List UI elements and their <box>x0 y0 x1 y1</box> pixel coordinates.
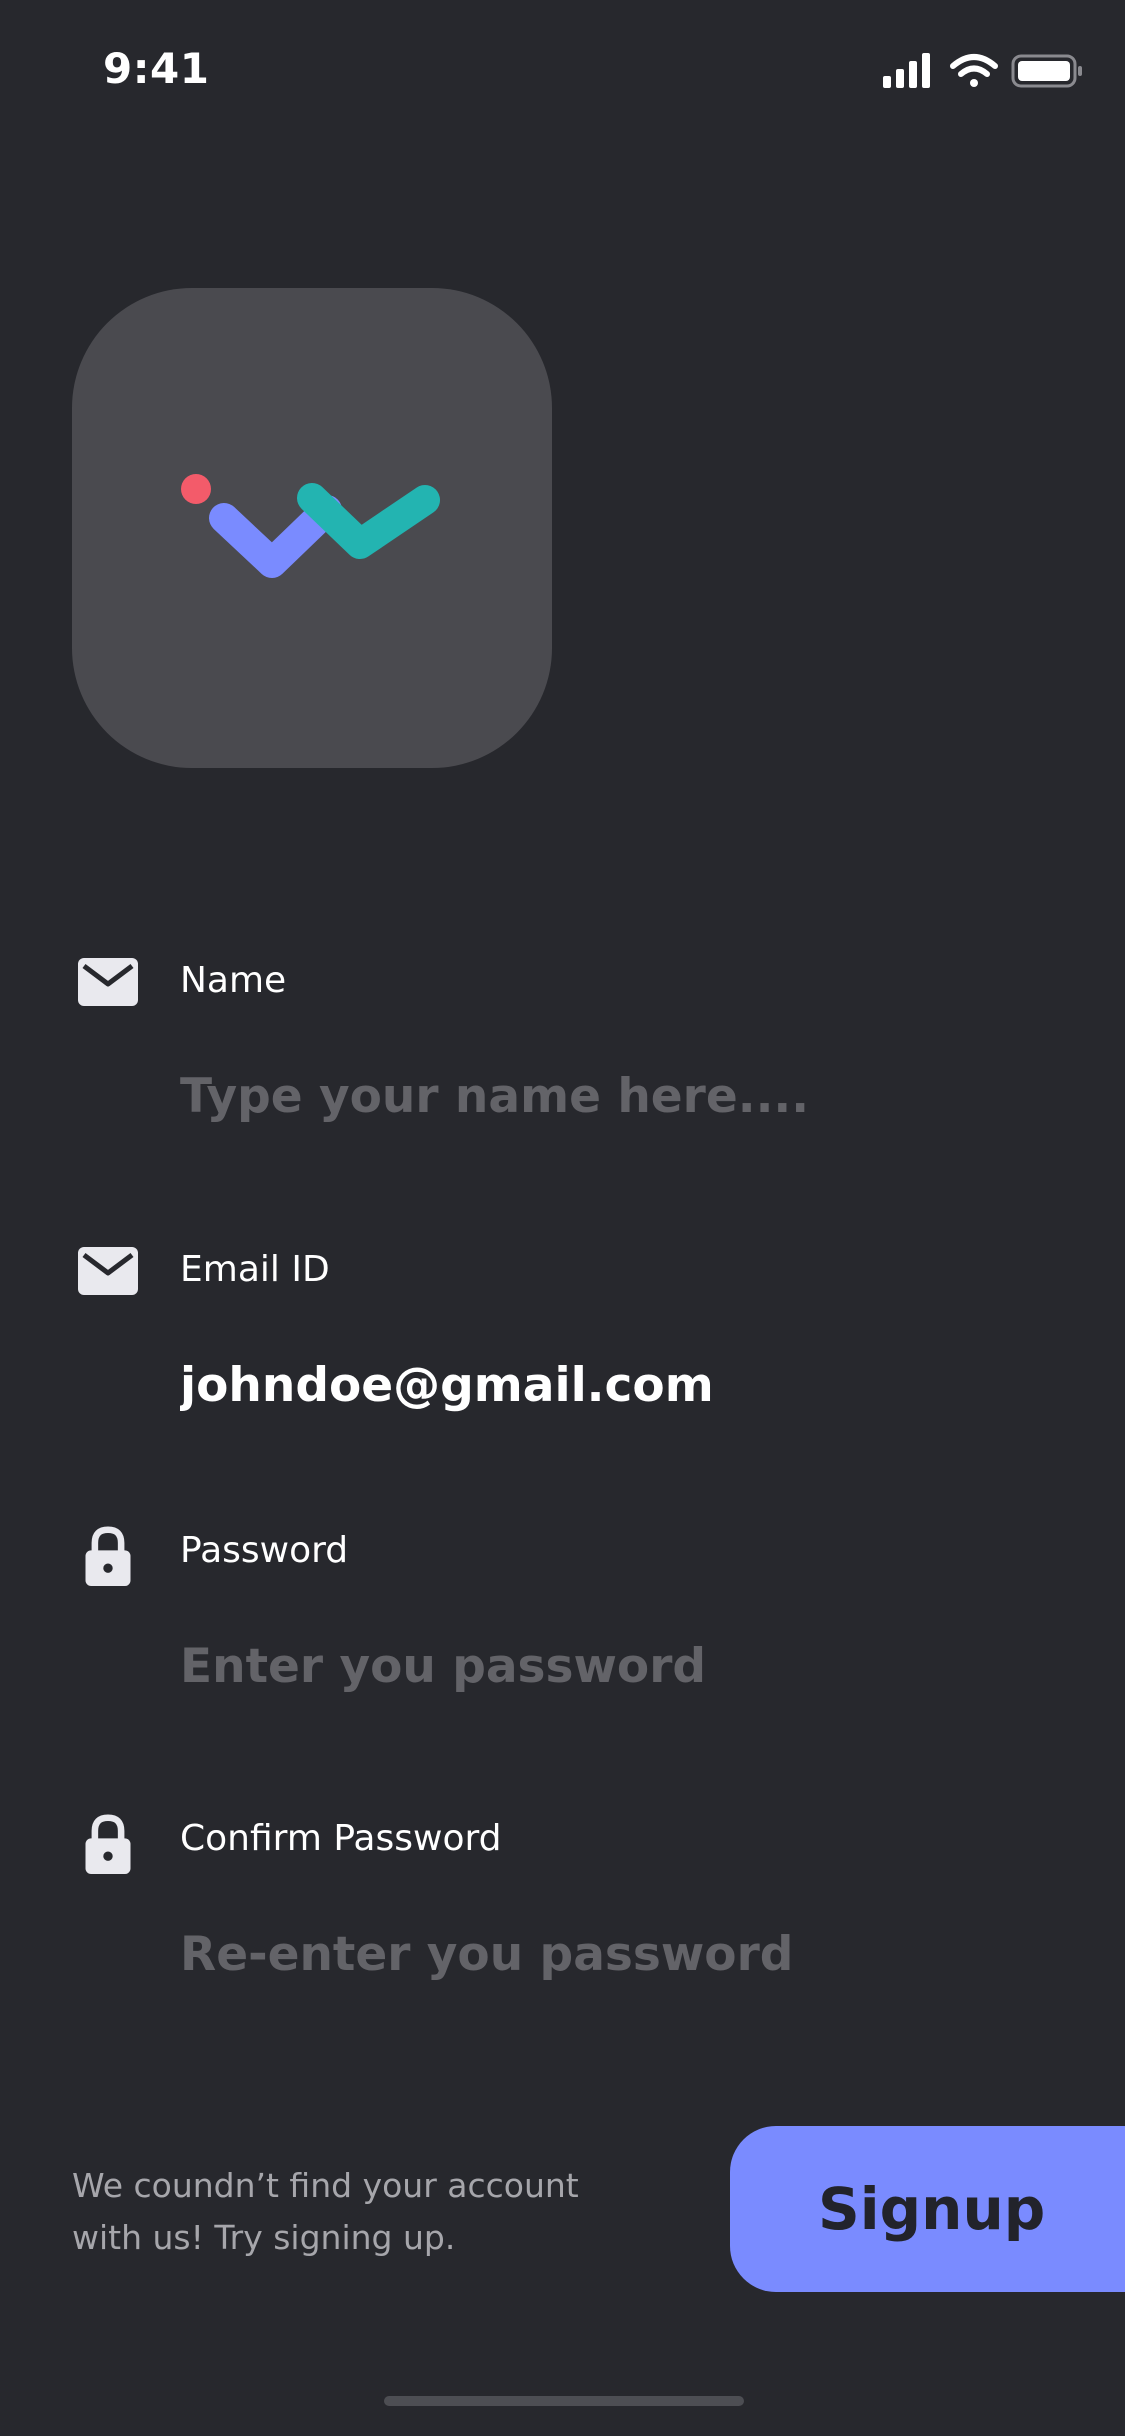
lock-icon <box>85 1526 131 1586</box>
wifi-icon <box>950 54 998 87</box>
name-input[interactable] <box>180 1056 1040 1136</box>
app-logo-tile <box>72 288 552 768</box>
signal-icon <box>883 53 930 88</box>
name-field-group: Name <box>0 956 1125 1196</box>
status-bar: 9:41 <box>0 0 1125 140</box>
confirm-password-input[interactable] <box>180 1914 1040 1994</box>
home-indicator <box>384 2396 744 2406</box>
status-time: 9:41 <box>103 44 210 93</box>
name-label: Name <box>180 960 287 1001</box>
password-input[interactable] <box>180 1626 1040 1706</box>
mail-icon <box>78 958 138 1006</box>
email-label: Email ID <box>180 1249 330 1290</box>
confirm-password-label: Confirm Password <box>180 1818 502 1859</box>
mail-icon <box>78 1247 138 1295</box>
battery-icon <box>1011 54 1082 88</box>
password-label: Password <box>180 1530 349 1571</box>
status-icons <box>883 53 1082 88</box>
password-field-group: Password <box>0 1526 1125 1766</box>
email-field-group: Email ID <box>0 1245 1125 1485</box>
account-not-found-message: We coundn’t find your account with us! T… <box>72 2166 579 2257</box>
confirm-password-field-group: Confirm Password <box>0 1814 1125 2054</box>
signup-button[interactable]: Signup <box>730 2126 1125 2292</box>
lock-icon <box>85 1814 131 1874</box>
email-input[interactable] <box>180 1345 1040 1425</box>
app-logo-icon <box>181 474 440 578</box>
